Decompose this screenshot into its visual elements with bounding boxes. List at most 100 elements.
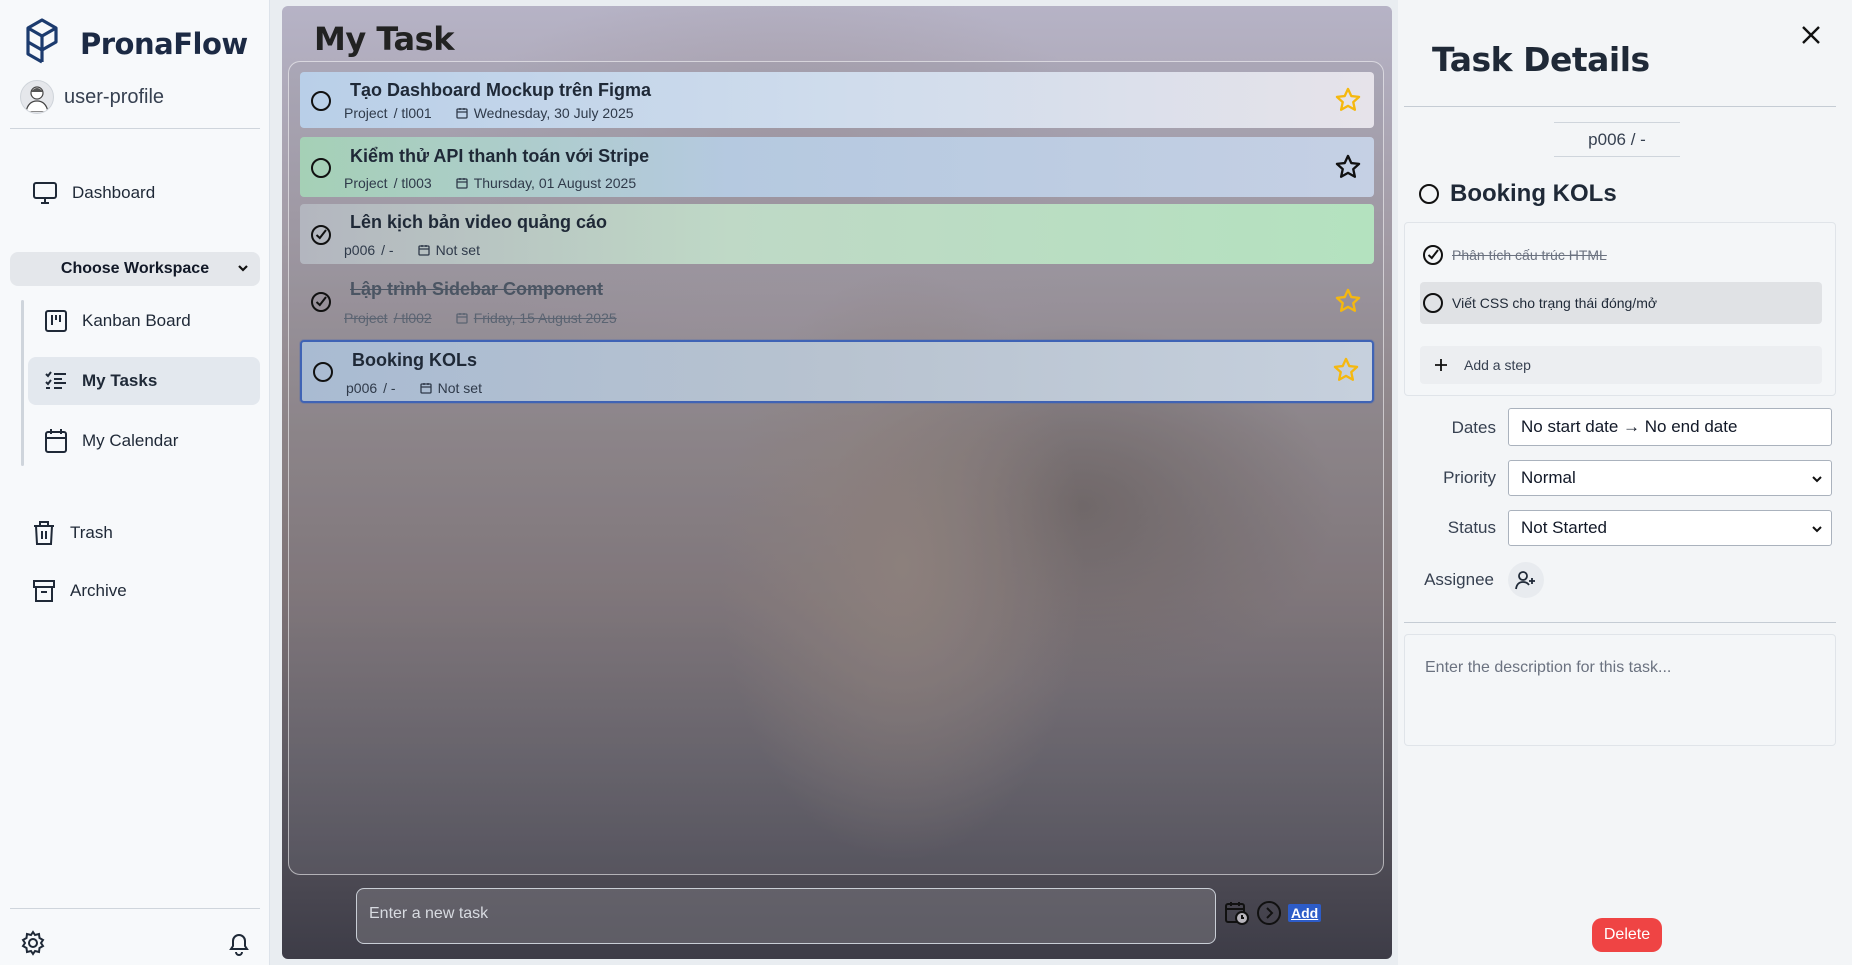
task-date: Not set	[437, 380, 482, 396]
bell-icon[interactable]	[226, 930, 252, 961]
pronaflow-logo-icon	[26, 18, 58, 69]
calendar-small-icon	[417, 245, 430, 256]
sidebar-item-my-tasks[interactable]: My Tasks	[44, 369, 157, 393]
workspace-select-label: Choose Workspace	[60, 260, 210, 277]
chevron-down-icon	[1812, 526, 1822, 533]
calendar-small-icon	[456, 108, 468, 119]
workspace-select[interactable]: Choose Workspace	[10, 252, 260, 286]
step-item[interactable]: Viết CSS cho trạng thái đóng/mở	[1422, 292, 1657, 314]
add-step-button[interactable]: Add a step	[1420, 346, 1822, 384]
settings-icon[interactable]	[20, 930, 46, 961]
sidebar-item-label: My Tasks	[82, 371, 158, 390]
add-step-label: Add a step	[1464, 357, 1531, 373]
task-id: / tl001	[393, 105, 432, 121]
status-value: Not Started	[1521, 518, 1607, 537]
assignee-label: Assignee	[1424, 570, 1494, 589]
description-field[interactable]: Enter the description for this task...	[1404, 634, 1836, 746]
add-assignee-button[interactable]	[1508, 562, 1544, 598]
sidebar-item-dashboard[interactable]: Dashboard	[32, 181, 155, 205]
circle-checked-icon[interactable]	[310, 224, 332, 246]
app-name: PronaFlow	[80, 26, 248, 61]
task-project: p006	[346, 380, 378, 396]
priority-select[interactable]: Normal	[1508, 460, 1832, 496]
task-title: Lập trình Sidebar Component	[350, 279, 604, 299]
circle-unchecked-icon[interactable]	[1418, 183, 1440, 205]
task-meta: Project / tl001 Wednesday, 30 July 2025	[344, 105, 634, 121]
profile-name: user-profile	[64, 85, 165, 108]
task-meta: p006 / - Not set	[344, 242, 480, 258]
star-filled-icon[interactable]	[1334, 287, 1362, 315]
task-project: Project	[344, 310, 388, 326]
chevron-down-icon	[238, 265, 248, 272]
brand[interactable]: PronaFlow	[26, 18, 248, 69]
task-meta: p006 / - Not set	[346, 380, 482, 396]
task-title: Lên kịch bản video quảng cáo	[350, 212, 608, 232]
task-meta: Project / tl003 Thursday, 01 August 2025	[344, 175, 636, 191]
step-label: Viết CSS cho trạng thái đóng/mở	[1452, 295, 1658, 311]
task-date: Friday, 15 August 2025	[473, 310, 617, 326]
user-profile[interactable]: user-profile	[20, 80, 164, 114]
task-title: Kiểm thử API thanh toán với Stripe	[350, 146, 650, 166]
task-details-panel: Task Details p006 / - Booking KOLs Phân …	[1398, 0, 1852, 965]
task-row[interactable]: Lập trình Sidebar Component Project / tl…	[300, 271, 1374, 333]
star-filled-icon[interactable]	[1334, 86, 1362, 114]
task-meta: Project / tl002 Friday, 15 August 2025	[344, 310, 617, 326]
task-title: Tạo Dashboard Mockup trên Figma	[350, 80, 652, 100]
dates-value: No start date → No end date	[1521, 417, 1738, 436]
page-title: My Task	[314, 20, 454, 58]
divider	[1404, 106, 1836, 107]
task-id: / tl002	[393, 310, 432, 326]
circle-unchecked-icon[interactable]	[310, 157, 332, 179]
circle-checked-icon[interactable]	[310, 291, 332, 313]
details-title: Task Details	[1432, 40, 1650, 79]
circle-checked-icon[interactable]	[1422, 244, 1444, 266]
priority-value: Normal	[1521, 468, 1576, 487]
sidebar-item-label: Kanban Board	[82, 311, 191, 330]
chevron-down-icon	[1812, 476, 1822, 483]
new-task-tools: Add	[1224, 900, 1322, 926]
avatar	[20, 80, 54, 114]
kanban-icon	[45, 310, 67, 332]
circle-unchecked-icon[interactable]	[1422, 292, 1444, 314]
breadcrumb: p006 / -	[1554, 122, 1680, 157]
step-item[interactable]: Phân tích cấu trúc HTML	[1422, 244, 1607, 266]
details-task-header: Booking KOLs	[1418, 180, 1617, 208]
status-label: Status	[1447, 518, 1496, 537]
task-list-icon	[45, 371, 66, 389]
calendar-small-icon	[419, 383, 432, 394]
star-outline-icon[interactable]	[1334, 153, 1362, 181]
task-row-selected[interactable]: Booking KOLs p006 / - Not set	[300, 340, 1374, 403]
sidebar-item-kanban[interactable]: Kanban Board	[44, 309, 191, 333]
user-plus-icon	[1515, 571, 1535, 590]
task-project: Project	[344, 175, 388, 191]
task-project: Project	[344, 105, 388, 121]
sidebar-item-label: My Calendar	[82, 431, 179, 450]
circle-unchecked-icon[interactable]	[312, 361, 334, 383]
sidebar-item-trash[interactable]: Trash	[32, 520, 113, 546]
dates-label: Dates	[1451, 418, 1496, 437]
task-row[interactable]: Lên kịch bản video quảng cáo p006 / - No…	[300, 204, 1374, 264]
task-title: Booking KOLs	[352, 350, 477, 370]
details-task-name: Booking KOLs	[1450, 180, 1617, 207]
dates-field[interactable]: No start date → No end date	[1508, 408, 1832, 446]
task-row[interactable]: Tạo Dashboard Mockup trên Figma Project …	[300, 72, 1374, 128]
task-project: p006	[344, 242, 376, 258]
status-select[interactable]: Not Started	[1508, 510, 1832, 546]
sidebar-item-archive[interactable]: Archive	[32, 579, 127, 603]
add-task-button[interactable]: Add	[1288, 904, 1322, 922]
new-task-input[interactable]	[369, 905, 1169, 923]
main-panel: My Task Tạo Dashboard Mockup trên Figma …	[282, 6, 1392, 959]
plus-icon	[1435, 359, 1447, 371]
arrow-right-circle-icon[interactable]	[1256, 900, 1282, 926]
star-filled-icon[interactable]	[1332, 356, 1360, 384]
calendar-clock-icon[interactable]	[1224, 900, 1250, 926]
calendar-small-icon	[456, 178, 468, 189]
calendar-small-icon	[456, 313, 468, 324]
sidebar-item-my-calendar[interactable]: My Calendar	[44, 428, 178, 454]
task-row[interactable]: Kiểm thử API thanh toán với Stripe Proje…	[300, 137, 1374, 197]
sidebar-item-label: Archive	[70, 581, 127, 600]
task-id: / -	[381, 242, 394, 258]
close-icon[interactable]	[1800, 24, 1822, 46]
delete-button[interactable]: Delete	[1592, 918, 1662, 952]
circle-unchecked-icon[interactable]	[310, 90, 332, 112]
